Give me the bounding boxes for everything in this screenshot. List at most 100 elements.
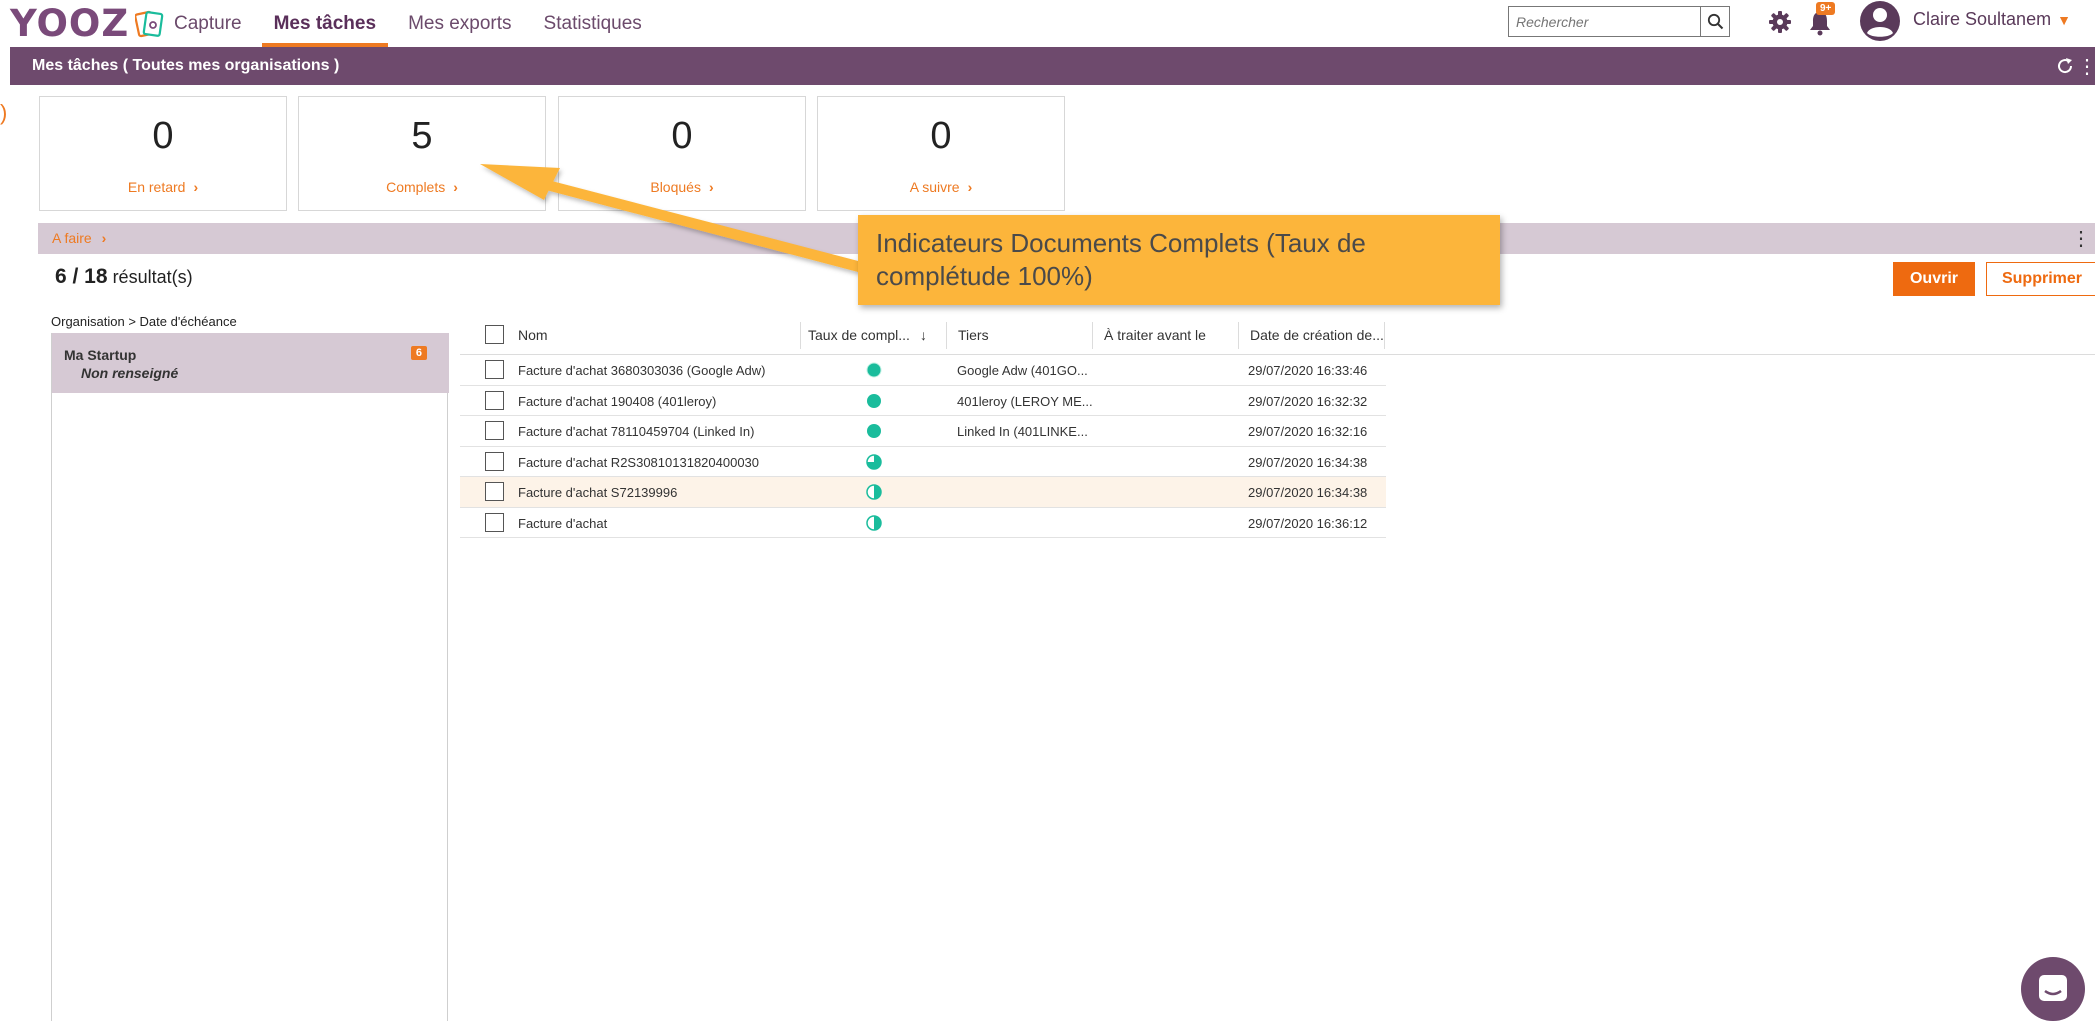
kpi-complets[interactable]: 5 Complets › — [298, 96, 546, 211]
chat-support-button[interactable] — [2021, 957, 2085, 1021]
kpi-value: 0 — [930, 115, 952, 157]
tab-capture[interactable]: Capture — [160, 0, 256, 47]
open-button[interactable]: Ouvrir — [1893, 262, 1975, 296]
kpi-en-retard[interactable]: 0 En retard › — [39, 96, 287, 211]
row-checkbox[interactable] — [485, 482, 504, 501]
completion-half-icon — [866, 484, 882, 500]
table-row[interactable]: Facture d'achat R2S30810131820400030 29/… — [460, 447, 1386, 477]
table-row[interactable]: Facture d'achat S72139996 29/07/2020 16:… — [460, 477, 1386, 508]
cell-tiers: Linked In (401LINKE... — [957, 424, 1088, 439]
cell-name: Facture d'achat 3680303036 (Google Adw) — [518, 363, 766, 378]
app-root: YOOZ Capture Mes tâches Mes exports Stat… — [0, 0, 2095, 1021]
notification-badge: 9+ — [1816, 2, 1836, 15]
column-separator[interactable] — [1384, 322, 1385, 349]
cell-tiers: Google Adw (401GO... — [957, 363, 1088, 378]
cell-name: Facture d'achat — [518, 515, 608, 531]
search-box — [1508, 6, 1730, 37]
table-row[interactable]: Facture d'achat 3680303036 (Google Adw) … — [460, 355, 1386, 386]
cell-created: 29/07/2020 16:32:32 — [1248, 393, 1368, 409]
tree-header: Organisation > Date d'échéance — [51, 314, 237, 329]
tree-item-subtitle: Non renseigné — [81, 365, 179, 381]
cell-created: 29/07/2020 16:32:16 — [1248, 424, 1368, 439]
cell-name: Facture d'achat 78110459704 (Linked In) — [518, 424, 755, 439]
delete-button[interactable]: Supprimer — [1986, 262, 2095, 296]
row-checkbox[interactable] — [485, 390, 504, 410]
main-tabs: Capture Mes tâches Mes exports Statistiq… — [160, 0, 660, 47]
cell-name: Facture d'achat S72139996 — [518, 485, 678, 500]
column-separator[interactable] — [800, 322, 801, 349]
table-row[interactable]: Facture d'achat 78110459704 (Linked In) … — [460, 416, 1386, 447]
column-separator[interactable] — [1238, 322, 1239, 349]
column-header-a-traiter[interactable]: À traiter avant le — [1104, 327, 1206, 343]
kpi-label: Bloqués › — [650, 179, 714, 195]
column-header-date-creation[interactable]: Date de création de... — [1250, 327, 1384, 343]
results-suffix: résultat(s) — [112, 267, 193, 287]
cell-name: Facture d'achat R2S30810131820400030 — [518, 454, 760, 470]
page-title: Mes tâches ( Toutes mes organisations ) — [32, 57, 340, 74]
user-menu[interactable]: Claire Soultanem ▼ — [1913, 9, 2071, 30]
more-vertical-icon[interactable]: ⋮ — [2071, 226, 2091, 251]
cell-name: Facture d'achat 190408 (401leroy) — [518, 393, 717, 409]
yooz-logo[interactable]: YOOZ — [10, 1, 165, 45]
completion-three-quarter-icon — [866, 453, 882, 470]
more-vertical-icon[interactable]: ⋮ — [2077, 54, 2095, 79]
top-navigation: YOOZ Capture Mes tâches Mes exports Stat… — [0, 0, 2095, 47]
tab-mes-exports[interactable]: Mes exports — [394, 0, 525, 47]
results-count: 6 / 18 résultat(s) — [55, 265, 193, 289]
kpi-label: En retard › — [127, 179, 199, 195]
column-header-tiers[interactable]: Tiers — [958, 327, 989, 343]
column-header-nom[interactable]: Nom — [518, 327, 548, 343]
completion-full-icon — [867, 424, 881, 438]
tree-item-count-badge: 6 — [410, 346, 427, 360]
table-row[interactable]: Facture d'achat 29/07/2020 16:36:12 — [460, 508, 1386, 538]
sort-down-arrow-icon: ↓ — [919, 327, 927, 343]
tree-item-name: Ma Startup — [64, 347, 137, 363]
cell-tiers: 401leroy (LEROY ME... — [957, 393, 1093, 409]
row-checkbox[interactable] — [485, 421, 504, 440]
search-input[interactable] — [1509, 7, 1700, 36]
kpi-value: 5 — [411, 115, 433, 157]
refresh-icon[interactable] — [2055, 56, 2075, 76]
logo-text: YOOZ — [10, 1, 130, 45]
cell-created: 29/07/2020 16:34:38 — [1248, 485, 1368, 500]
page-title-bar: Mes tâches ( Toutes mes organisations ) … — [10, 47, 2095, 85]
sidebar-toggle-icon[interactable]: ) — [0, 100, 18, 130]
kpi-label: A suivre › — [909, 179, 973, 195]
kpi-label: Complets › — [386, 179, 458, 195]
kpi-bloques[interactable]: 0 Bloqués › — [558, 96, 806, 211]
completion-full-icon — [866, 362, 882, 378]
table-header: Nom Taux de compl... ↓ Tiers À traiter av… — [460, 315, 2095, 355]
tree-panel: Ma Startup Non renseigné 6 — [51, 333, 449, 1021]
kpi-value: 0 — [671, 115, 693, 157]
tab-mes-taches[interactable]: Mes tâches — [260, 0, 390, 47]
user-name: Claire Soultanem — [1913, 9, 2052, 29]
tab-statistiques[interactable]: Statistiques — [530, 0, 656, 47]
results-number: 6 / 18 — [55, 265, 108, 288]
completion-full-icon — [867, 393, 881, 408]
chevron-right-icon: › — [453, 179, 458, 195]
settings-gear-icon[interactable] — [1767, 9, 1793, 35]
search-button[interactable] — [1700, 7, 1729, 36]
annotation-callout: Indicateurs Documents Complets (Taux de … — [858, 215, 1500, 305]
user-avatar-icon[interactable] — [1859, 0, 1901, 42]
row-checkbox[interactable] — [485, 451, 504, 471]
column-header-taux[interactable]: Taux de compl... ↓ — [808, 327, 927, 343]
completion-half-icon — [866, 514, 882, 531]
cell-created: 29/07/2020 16:36:12 — [1248, 515, 1368, 531]
cell-created: 29/07/2020 16:34:38 — [1248, 454, 1368, 470]
column-separator[interactable] — [1092, 322, 1093, 349]
chevron-right-icon: › — [101, 230, 107, 246]
column-separator[interactable] — [946, 322, 947, 349]
kpi-a-suivre[interactable]: 0 A suivre › — [817, 96, 1065, 211]
tree-item[interactable]: Ma Startup Non renseigné 6 — [52, 333, 449, 393]
section-label: A faire › — [52, 230, 107, 246]
chevron-right-icon: › — [193, 179, 199, 195]
select-all-checkbox[interactable] — [485, 325, 504, 344]
kpi-value: 0 — [152, 115, 174, 157]
row-checkbox[interactable] — [485, 512, 504, 532]
chevron-down-icon: ▼ — [2057, 11, 2071, 28]
table-row[interactable]: Facture d'achat 190408 (401leroy) 401ler… — [460, 386, 1386, 416]
search-icon — [1707, 13, 1723, 30]
row-checkbox[interactable] — [485, 360, 504, 379]
chevron-right-icon: › — [708, 179, 714, 195]
